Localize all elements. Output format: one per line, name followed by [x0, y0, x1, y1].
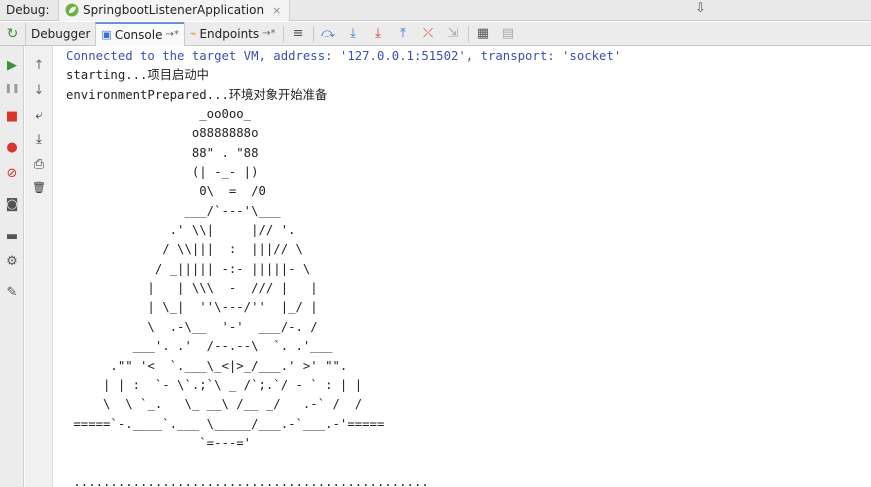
mute-breakpoints-icon[interactable]: ⊘ — [0, 166, 24, 181]
clear-all-icon[interactable]: 🗑 — [25, 181, 53, 194]
console-line: 0\ = /0 — [66, 184, 266, 199]
endpoints-icon: ⌁ — [189, 27, 197, 40]
toolbar-separator — [467, 25, 469, 42]
debug-title: Debug: — [6, 3, 50, 17]
tab-endpoints[interactable]: ⌁ Endpoints →* — [183, 21, 281, 46]
debug-actions-sidebar: ▶ ❚❚ ■ ● ⊘ ◙ ▬ ⚙ ✎ — [0, 46, 24, 487]
drop-frame-icon[interactable]: ⤫ — [416, 26, 441, 41]
console-line: ___/`---'\___ — [66, 203, 281, 218]
toolbar-separator — [282, 25, 284, 42]
console-vm-connected-line: Connected to the target VM, address: '12… — [66, 49, 622, 63]
console-line: starting...项目启动中 — [66, 68, 209, 83]
layout-icon[interactable]: ▬ — [0, 229, 24, 244]
tab-debugger[interactable]: Debugger — [25, 21, 95, 46]
close-tab-icon[interactable]: × — [272, 4, 281, 17]
camera-icon[interactable]: ◙ — [0, 197, 24, 212]
toolbar-separator — [312, 25, 314, 42]
console-output[interactable]: Connected to the target VM, address: '12… — [66, 47, 866, 487]
step-into-icon[interactable]: ⤓ — [341, 26, 366, 41]
console-line: environmentPrepared...环境对象开始准备 — [66, 87, 328, 102]
scroll-down-icon[interactable]: ↓ — [25, 83, 53, 98]
step-out-icon[interactable]: ⤒ — [391, 26, 416, 41]
console-line: | | \\\ - /// | | — [66, 281, 318, 296]
resume-program-icon[interactable]: ▶ — [0, 58, 24, 73]
pin-icon[interactable]: ✎ — [0, 285, 24, 300]
trace-icon[interactable]: ▤ — [496, 26, 521, 41]
tab-console-label: Console — [114, 27, 163, 42]
step-over-icon[interactable]: ⤼ — [316, 26, 341, 41]
console-line: | \_| ''\---/'' |_/ | — [66, 300, 318, 315]
console-line: \ \ `_. \_ __\ /__ _/ .-` / / — [66, 397, 363, 412]
arrow-down-icon: ⇩ — [695, 1, 706, 16]
console-line: =====`-.____`.___ \_____/___.-`___.-'===… — [66, 416, 385, 431]
rerun-icon[interactable]: ↻ — [0, 26, 25, 42]
scroll-to-end-icon[interactable]: ⤓ — [25, 132, 53, 147]
run-to-cursor-icon[interactable]: ⇲ — [441, 26, 466, 41]
tab-endpoints-label: Endpoints — [199, 26, 260, 41]
debug-titlebar: Debug: SpringbootListenerApplication × ⇩ — [0, 0, 871, 21]
console-line: (| -_- |) — [66, 165, 259, 180]
console-line: _oo0oo_ — [66, 107, 252, 122]
console-line: \ .-\__ '-' ___/-. / — [66, 319, 318, 334]
view-breakpoints-icon[interactable]: ● — [0, 140, 24, 155]
evaluate-expression-icon[interactable]: ▦ — [471, 26, 496, 41]
console-icon: ▣ — [101, 28, 112, 41]
pin-tab-icon: →* — [165, 29, 179, 40]
console-line: ."" '< `.___\_<|>_/___.' >' "". — [66, 358, 348, 373]
show-execution-point-icon[interactable]: ≡ — [286, 26, 311, 41]
console-line: ___'. .' /--.--\ `. .'___ — [66, 339, 333, 354]
debug-toolbar: ↻ Debugger ▣ Console →* ⌁ Endpoints →* ≡… — [0, 21, 871, 46]
settings-icon[interactable]: ⚙ — [0, 254, 24, 269]
run-configuration-tab[interactable]: SpringbootListenerApplication × — [58, 0, 291, 21]
console-line: | | : `- \`.;`\ _ /`;.`/ - ` : | | — [66, 377, 363, 392]
console-line: ​ — [66, 453, 866, 472]
console-line: / _||||| -:- |||||- \ — [66, 261, 311, 276]
tab-debugger-label: Debugger — [31, 26, 91, 41]
pin-tab-icon: →* — [262, 28, 276, 39]
tab-console[interactable]: ▣ Console →* — [95, 21, 184, 46]
console-gutter: ↑ ↓ ⤶ ⤓ ⎙ 🗑 — [25, 46, 53, 487]
run-tab-label: SpringbootListenerApplication — [83, 3, 265, 17]
console-line: o8888888o — [66, 126, 259, 141]
stop-icon[interactable]: ■ — [0, 109, 24, 124]
spring-leaf-icon — [65, 3, 79, 17]
console-line: ........................................… — [66, 474, 429, 487]
console-line: 88" . "88 — [66, 145, 259, 160]
pause-program-icon[interactable]: ❚❚ — [0, 84, 24, 94]
print-icon[interactable]: ⎙ — [25, 157, 53, 172]
console-line: `=---=' — [66, 435, 252, 450]
soft-wrap-icon[interactable]: ⤶ — [25, 108, 53, 123]
console-line: / \\||| : |||// \ — [66, 242, 303, 257]
console-line: .' \\| |// '. — [66, 223, 296, 238]
force-step-into-icon[interactable]: ⤓ — [366, 26, 391, 41]
scroll-up-icon[interactable]: ↑ — [25, 58, 53, 73]
